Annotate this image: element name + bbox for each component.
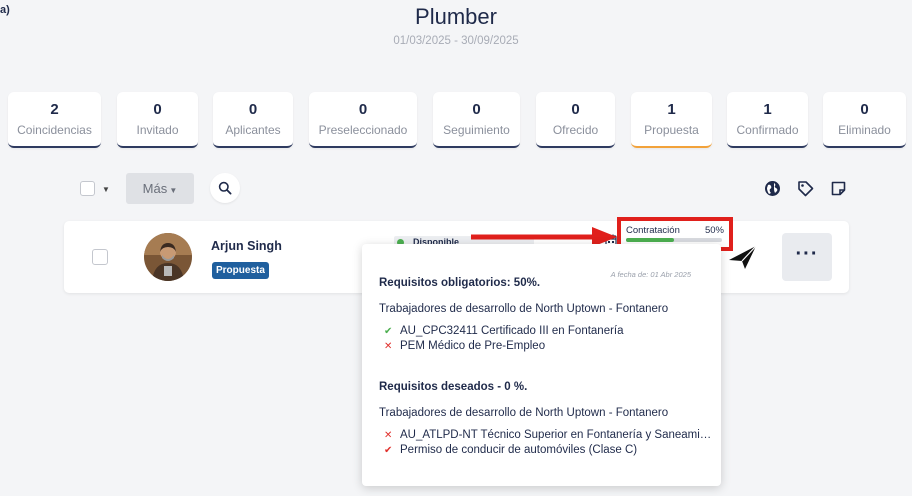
stage-count: 0 [153,101,162,118]
stage-ofrecido[interactable]: 0 Ofrecido [536,92,615,148]
candidate-name[interactable]: Arjun Singh [211,239,282,253]
check-icon: ✔ [384,326,393,337]
requirement-text: AU_CPC32411 Certificado III en Fontanerí… [400,325,624,337]
send-icon[interactable] [728,244,758,271]
page-title: Plumber [415,4,497,29]
globe-icon[interactable] [764,180,781,197]
stage-count: 2 [50,101,59,118]
stage-invitado[interactable]: 0 Invitado [117,92,198,148]
stage-count: 1 [763,101,772,118]
stage-count: 0 [571,101,580,118]
stage-preseleccionado[interactable]: 0 Preseleccionado [309,92,417,148]
stage-label: Seguimiento [443,123,510,137]
stage-propuesta[interactable]: 1 Propuesta [631,92,712,148]
mandatory-group: Trabajadores de desarrollo de North Upto… [379,303,669,315]
stage-label: Confirmado [736,123,799,137]
stage-label: Aplicantes [225,123,281,137]
stage-count: 0 [248,101,258,118]
stage-label: Invitado [136,123,179,137]
candidate-checkbox[interactable] [92,249,108,265]
more-filters-label: Más [142,181,168,196]
stage-label: Preseleccionado [318,123,408,137]
contract-label: Contratación [626,225,680,236]
select-all-checkbox[interactable] [80,181,95,196]
stage-eliminado[interactable]: 0 Eliminado [823,92,906,148]
avatar[interactable] [144,233,192,281]
desired-group: Trabajadores de desarrollo de North Upto… [379,407,669,419]
requirement-item: ✔ Permiso de conducir de automóviles (Cla… [384,444,714,456]
stage-aplicantes[interactable]: 0 Aplicantes [213,92,293,148]
date-range: 01/03/2025 - 30/09/2025 [393,35,519,47]
cross-icon: ✕ [384,430,393,441]
stage-count: 0 [472,101,481,118]
contract-progress-fill [626,238,674,242]
note-icon[interactable] [830,180,847,197]
search-button[interactable] [210,173,240,203]
stage-seguimiento[interactable]: 0 Seguimiento [433,92,520,148]
status-badge: Propuesta [212,262,269,279]
caret-down-icon[interactable]: ▼ [102,185,110,194]
more-filters-button[interactable]: Más ▼ [126,173,194,204]
stage-count: 0 [860,101,869,118]
stage-label: Propuesta [644,123,699,137]
stage-count: 0 [358,101,368,118]
stage-label: Coincidencias [17,123,92,137]
cross-icon: ✕ [384,341,393,352]
requirement-text: Permiso de conducir de automóviles (Clas… [400,444,638,456]
mandatory-heading: Requisitos obligatorios: 50%. [379,277,541,289]
contract-percent: 50% [704,225,724,236]
stage-coincidencias[interactable]: 2 Coincidencias [8,92,101,148]
search-icon [218,181,232,195]
requirement-text: AU_ATLPD-NT Técnico Superior en Fontaner… [400,429,714,441]
more-options-button[interactable]: ··· [782,233,832,281]
requirement-text: PEM Médico de Pre-Empleo [400,340,546,352]
requirement-item: ✕ PEM Médico de Pre-Empleo [384,340,714,352]
desired-heading: Requisitos deseados - 0 %. [379,381,528,393]
contract-progress-bar [626,238,722,242]
check-icon: ✔ [384,445,393,456]
requirement-item: ✔ AU_CPC32411 Certificado III en Fontaner… [384,325,714,337]
stage-confirmado[interactable]: 1 Confirmado [727,92,808,148]
requirement-item: ✕ AU_ATLPD-NT Técnico Superior en Fontane… [384,429,714,441]
stage-label: Ofrecido [552,123,599,137]
requirements-popover: A fecha de: 01 Abr 2025 Requisitos oblig… [362,244,721,486]
stage-count: 1 [667,101,676,118]
stage-label: Eliminado [838,123,891,137]
popover-date: A fecha de: 01 Abr 2025 [610,270,691,279]
tag-icon[interactable] [797,180,814,197]
